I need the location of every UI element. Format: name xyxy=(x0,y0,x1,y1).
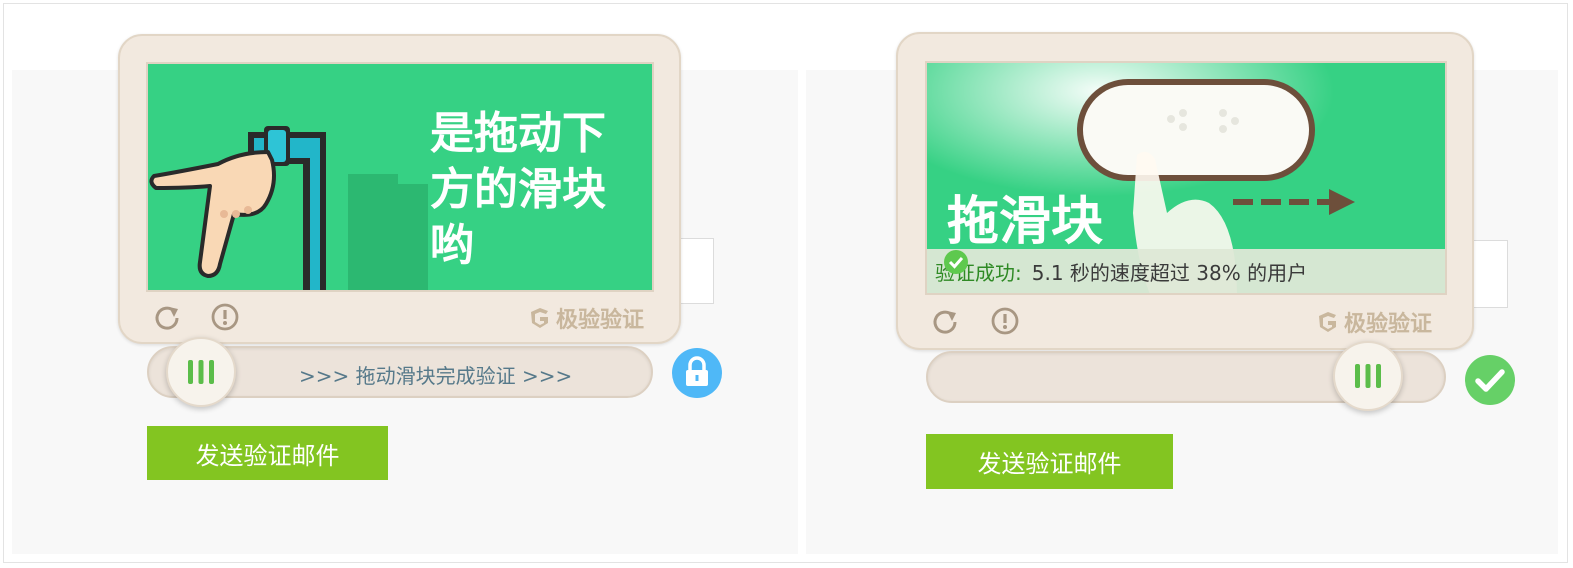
captcha-popup: 是拖动下 方的滑块 哟 极验验证 xyxy=(118,34,681,344)
geetest-logo-icon xyxy=(531,308,548,328)
slider-hint: >>> 拖动滑块完成验证 >>> xyxy=(299,364,573,388)
slider-knob[interactable] xyxy=(166,337,236,407)
refresh-icon[interactable] xyxy=(152,302,182,332)
info-icon[interactable] xyxy=(210,302,240,332)
success-detail: 5.1 秒的速度超过 38% 的用户 xyxy=(1031,260,1308,285)
captcha-caption: 是拖动下 方的滑块 哟 xyxy=(430,108,606,271)
slider-knob[interactable] xyxy=(1333,341,1403,411)
info-icon[interactable] xyxy=(990,306,1020,336)
grip-icon xyxy=(188,360,214,384)
grip-icon xyxy=(1355,364,1381,388)
refresh-icon[interactable] xyxy=(930,306,960,336)
send-email-button[interactable]: 发送验证邮件 xyxy=(147,426,388,480)
captcha-image: 是拖动下 方的滑块 哟 xyxy=(146,62,654,292)
captcha-image: 拖滑块 验证成功: 5.1 秒的速度超过 38% 的用户 xyxy=(925,61,1447,295)
success-banner: 验证成功: 5.1 秒的速度超过 38% 的用户 xyxy=(927,249,1445,293)
captcha-caption: 拖滑块 xyxy=(947,192,1103,252)
caption-line: 哟 xyxy=(430,220,474,271)
captcha-popup: 拖滑块 验证成功: 5.1 秒的速度超过 38% 的用户 极验验证 xyxy=(896,32,1474,350)
brand-label: 极验验证 xyxy=(1344,312,1433,337)
send-email-button[interactable]: 发送验证邮件 xyxy=(926,434,1173,489)
lock-icon xyxy=(672,348,722,398)
geetest-logo-icon xyxy=(1319,312,1336,332)
caption-line: 方的滑块 xyxy=(430,164,606,215)
brand-label: 极验验证 xyxy=(556,308,645,333)
caption-line: 是拖动下 xyxy=(430,108,606,159)
check-circle-icon xyxy=(944,250,968,274)
check-circle-icon xyxy=(1465,355,1515,405)
geetest-logo: 极验验证 xyxy=(528,302,644,334)
geetest-logo: 极验验证 xyxy=(1316,306,1432,338)
